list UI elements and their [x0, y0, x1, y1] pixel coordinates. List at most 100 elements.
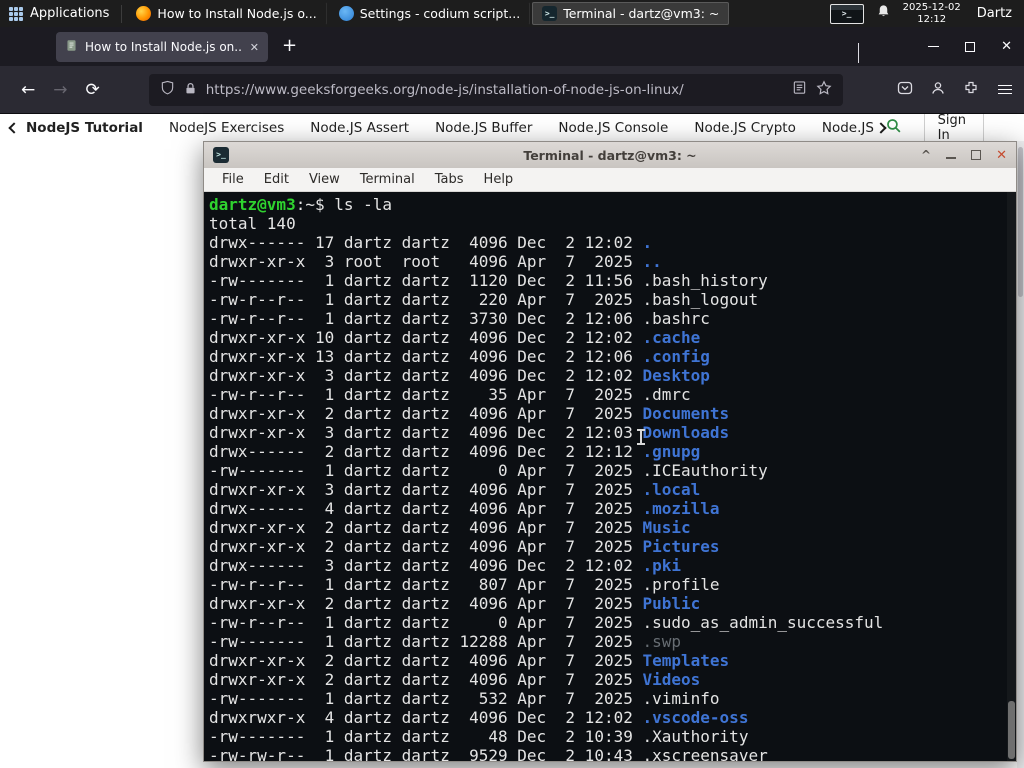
- forward-button[interactable]: →: [53, 80, 67, 100]
- terminal-output-line: drwxr-xr-x 2 dartz dartz 4096 Apr 7 2025…: [209, 537, 1011, 556]
- applications-label: Applications: [30, 6, 110, 21]
- search-icon[interactable]: [885, 117, 902, 138]
- file-name: .swp: [642, 632, 682, 651]
- terminal-window-controls: ^ ✕: [921, 148, 1007, 163]
- terminal-output-line: drwxrwxr-x 4 dartz dartz 4096 Dec 2 12:0…: [209, 708, 1011, 727]
- terminal-output-line: drwxr-xr-x 3 root root 4096 Apr 7 2025 .…: [209, 252, 1011, 271]
- file-name: Documents: [642, 404, 730, 423]
- panel-window-button[interactable]: Settings - codium script...: [329, 2, 531, 25]
- file-meta: -rw-r--r-- 1 dartz dartz 807 Apr 7 2025: [209, 575, 643, 594]
- page-nav-item[interactable]: Node.JS DNS: [822, 120, 877, 136]
- applications-menu[interactable]: Applications: [0, 0, 118, 27]
- file-meta: -rw------- 1 dartz dartz 48 Dec 2 10:39: [209, 727, 643, 746]
- browser-close-button[interactable]: ✕: [1001, 39, 1012, 54]
- file-name: .bash_history: [642, 271, 768, 290]
- file-name: .bashrc: [642, 309, 710, 328]
- file-meta: drwxrwxr-x 4 dartz dartz 4096 Dec 2 12:0…: [209, 708, 643, 727]
- page-nav-item[interactable]: Node.JS Buffer: [435, 120, 532, 136]
- file-meta: drwxr-xr-x 2 dartz dartz 4096 Apr 7 2025: [209, 651, 643, 670]
- terminal-minimize-button[interactable]: [946, 157, 957, 159]
- terminal-maximize-button[interactable]: [971, 150, 982, 160]
- notification-bell-icon[interactable]: [876, 4, 891, 23]
- account-icon[interactable]: [930, 80, 946, 100]
- url-bar[interactable]: https://www.geeksforgeeks.org/node-js/in…: [148, 73, 843, 106]
- terminal-output-line: drwxr-xr-x 2 dartz dartz 4096 Apr 7 2025…: [209, 651, 1011, 670]
- page-nav-item[interactable]: Node.JS Assert: [310, 120, 409, 136]
- terminal-output-line: -rw------- 1 dartz dartz 1120 Dec 2 11:5…: [209, 271, 1011, 290]
- terminal-content[interactable]: dartz@vm3:~$ ls -la total 140 drwx------ 1…: [204, 192, 1016, 761]
- file-meta: -rw-r--r-- 1 dartz dartz 220 Apr 7 2025: [209, 290, 643, 309]
- panel-window-button[interactable]: >_ Terminal - dartz@vm3: ~: [532, 2, 730, 25]
- new-tab-button[interactable]: +: [282, 35, 297, 57]
- terminal-output-line: drwxr-xr-x 2 dartz dartz 4096 Apr 7 2025…: [209, 670, 1011, 689]
- firefox-icon: [136, 6, 152, 21]
- terminal-output-line: drwxr-xr-x 2 dartz dartz 4096 Apr 7 2025…: [209, 518, 1011, 537]
- file-name: Pictures: [642, 537, 720, 556]
- file-meta: drwxr-xr-x 2 dartz dartz 4096 Apr 7 2025: [209, 670, 643, 689]
- terminal-shade-button[interactable]: ^: [921, 149, 931, 161]
- lock-icon[interactable]: [184, 80, 197, 99]
- file-meta: drwxr-xr-x 3 dartz dartz 4096 Dec 2 12:0…: [209, 366, 643, 385]
- file-meta: drwxr-xr-x 10 dartz dartz 4096 Dec 2 12:…: [209, 328, 643, 347]
- page-nav-item[interactable]: NodeJS Tutorial: [26, 120, 143, 136]
- browser-maximize-button[interactable]: [965, 41, 976, 52]
- panel-window-button[interactable]: How to Install Node.js o...: [126, 2, 327, 25]
- file-name: .local: [642, 480, 701, 499]
- terminal-titlebar[interactable]: >_ Terminal - dartz@vm3: ~ ^ ✕: [204, 142, 1016, 168]
- nav-scroll-left-icon[interactable]: [8, 121, 20, 134]
- tab-close-icon[interactable]: ✕: [250, 41, 259, 54]
- pocket-icon[interactable]: [897, 80, 913, 100]
- bookmark-star-icon[interactable]: [816, 79, 832, 100]
- panel-separator: [121, 4, 123, 23]
- terminal-menu-file[interactable]: File: [212, 172, 254, 187]
- terminal-menu-view[interactable]: View: [299, 172, 350, 187]
- terminal-menu-help[interactable]: Help: [474, 172, 524, 187]
- terminal-menu-terminal[interactable]: Terminal: [350, 172, 425, 187]
- file-meta: drwxr-xr-x 3 dartz dartz 4096 Apr 7 2025: [209, 480, 643, 499]
- file-meta: -rw------- 1 dartz dartz 532 Apr 7 2025: [209, 689, 643, 708]
- page-nav-item[interactable]: NodeJS Exercises: [169, 120, 284, 136]
- file-name: .ICEauthority: [642, 461, 768, 480]
- panel-user-label[interactable]: Dartz: [973, 6, 1016, 21]
- url-text[interactable]: https://www.geeksforgeeks.org/node-js/in…: [206, 82, 783, 98]
- file-name: ..: [642, 252, 662, 271]
- panel-window-button-label: Settings - codium script...: [359, 6, 521, 21]
- sign-in-button[interactable]: Sign In: [923, 114, 984, 141]
- tray-terminal-icon[interactable]: >_: [829, 3, 864, 24]
- panel-clock[interactable]: 2025-12-02 12:12: [903, 2, 961, 25]
- terminal-output-line: -rw-r--r-- 1 dartz dartz 807 Apr 7 2025 …: [209, 575, 1011, 594]
- terminal-close-button[interactable]: ✕: [996, 148, 1007, 163]
- page-nav-item[interactable]: Node.JS Console: [558, 120, 668, 136]
- terminal-output-line: -rw------- 1 dartz dartz 532 Apr 7 2025 …: [209, 689, 1011, 708]
- terminal-scrollbar[interactable]: [1007, 192, 1016, 761]
- terminal-output-line: drwxr-xr-x 3 dartz dartz 4096 Apr 7 2025…: [209, 480, 1011, 499]
- terminal-output-line: drwxr-xr-x 2 dartz dartz 4096 Apr 7 2025…: [209, 594, 1011, 613]
- reader-mode-icon[interactable]: [792, 80, 807, 99]
- tab-title: How to Install Node.js on...: [85, 40, 243, 54]
- tracking-shield-icon[interactable]: [160, 80, 175, 99]
- file-meta: drwx------ 3 dartz dartz 4096 Dec 2 12:0…: [209, 556, 643, 575]
- prompt-command: ls -la: [334, 195, 393, 214]
- prompt-user-host: dartz@vm3: [209, 195, 296, 214]
- terminal-window: >_ Terminal - dartz@vm3: ~ ^ ✕ File Edit V…: [203, 141, 1017, 762]
- terminal-menubar: File Edit View Terminal Tabs Help: [204, 168, 1016, 192]
- file-meta: drwxr-xr-x 13 dartz dartz 4096 Dec 2 12:…: [209, 347, 643, 366]
- file-meta: drwxr-xr-x 2 dartz dartz 4096 Apr 7 2025: [209, 537, 643, 556]
- file-meta: -rw-r--r-- 1 dartz dartz 3730 Dec 2 12:0…: [209, 309, 643, 328]
- page-nav-item[interactable]: Node.JS Crypto: [694, 120, 795, 136]
- terminal-menu-edit[interactable]: Edit: [254, 172, 299, 187]
- terminal-menu-tabs[interactable]: Tabs: [425, 172, 474, 187]
- panel-window-button-label: Terminal - dartz@vm3: ~: [563, 6, 720, 21]
- menu-hamburger-icon[interactable]: [998, 85, 1012, 94]
- terminal-scrollbar-thumb[interactable]: [1008, 701, 1015, 759]
- browser-minimize-button[interactable]: [928, 46, 940, 47]
- reload-button[interactable]: ⟳: [86, 80, 100, 100]
- page-scrollbar-thumb[interactable]: [1018, 147, 1023, 297]
- terminal-output-line: -rw-r--r-- 1 dartz dartz 3730 Dec 2 12:0…: [209, 309, 1011, 328]
- page-scrollbar[interactable]: [1017, 141, 1024, 768]
- browser-tab[interactable]: How to Install Node.js on... ✕: [56, 32, 268, 62]
- back-button[interactable]: ←: [21, 80, 35, 100]
- list-all-tabs-button[interactable]: [858, 43, 859, 63]
- terminal-output-line: -rw-r--r-- 1 dartz dartz 35 Apr 7 2025 .…: [209, 385, 1011, 404]
- extensions-icon[interactable]: [963, 80, 979, 100]
